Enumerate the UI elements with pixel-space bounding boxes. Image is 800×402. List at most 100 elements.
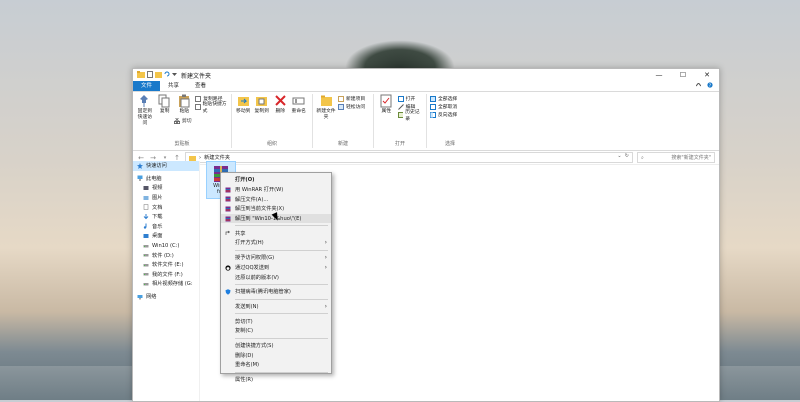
drive-icon: [143, 262, 149, 268]
undo-icon[interactable]: [164, 71, 170, 79]
context-menu-label: 发送到(N): [235, 303, 259, 310]
picture-icon: [143, 195, 149, 201]
tab-share[interactable]: 共享: [160, 81, 187, 91]
context-menu-item[interactable]: 通过QQ发送到 ›: [221, 263, 331, 273]
open-button[interactable]: 打开: [397, 95, 423, 102]
winrar-icon: [225, 216, 231, 222]
context-menu-item[interactable]: 创建快捷方式(S): [221, 341, 331, 351]
context-menu-item[interactable]: 复制(C): [221, 326, 331, 336]
network-icon: [137, 294, 143, 300]
new-item-button[interactable]: 新建项目: [338, 95, 365, 102]
easy-access-icon: [338, 103, 344, 110]
delete-x-icon: [275, 95, 286, 106]
context-menu-item[interactable]: 发送到(N) ›: [221, 302, 331, 312]
drive-icon: [143, 243, 149, 249]
new-item-icon: [338, 95, 344, 102]
sidebar-item[interactable]: 文档: [133, 202, 199, 212]
context-menu-item[interactable]: 剪切(T): [221, 316, 331, 326]
sidebar-item[interactable]: 视频: [133, 183, 199, 193]
sidebar-item-label: 文档: [152, 204, 163, 211]
ribbon-tabs: 文件 共享 查看 ?: [133, 81, 719, 92]
context-menu-item[interactable]: 删除(D): [221, 350, 331, 360]
context-menu-item[interactable]: 重命名(M): [221, 360, 331, 370]
context-menu: 打开(O) 用 WinRAR 打开(W) 解压文件(A)... 解压到当前文件夹(X)…: [220, 172, 332, 383]
paste-icon: [178, 94, 190, 108]
sidebar-item-label: 快速访问: [146, 163, 167, 170]
context-menu-item[interactable]: 属性(R): [221, 375, 331, 385]
sidebar-item[interactable]: Win10 (C:): [133, 241, 199, 251]
collapse-ribbon-icon[interactable]: [695, 82, 702, 90]
tab-file[interactable]: 文件: [133, 81, 161, 91]
recent-dropdown-icon[interactable]: ▾: [161, 155, 169, 161]
context-menu-label: 属性(R): [235, 377, 254, 384]
path-separator-icon: ›: [199, 154, 202, 161]
sidebar-item-label: Win10 (C:): [152, 242, 180, 249]
move-folder-icon: [237, 97, 249, 106]
sidebar-item[interactable]: 我的文件 (F:): [133, 270, 199, 280]
winrar-icon: [225, 187, 231, 193]
invert-selection-icon: [430, 111, 436, 118]
easy-access-button[interactable]: 轻松访问: [338, 103, 365, 110]
context-menu-item[interactable]: 共享: [221, 228, 331, 238]
cut-button[interactable]: 剪切: [174, 117, 192, 124]
sidebar-item[interactable]: 网络: [133, 292, 199, 302]
new-folder-qa-icon[interactable]: [155, 71, 162, 80]
context-menu-item[interactable]: 授予访问权限(G) ›: [221, 253, 331, 263]
context-menu-item[interactable]: 扫描病毒(腾讯电脑管家): [221, 287, 331, 297]
help-icon[interactable]: ?: [707, 82, 713, 90]
drive-icon: [143, 271, 149, 277]
paste-shortcut-icon: [195, 103, 201, 110]
sidebar-item-label: 网络: [146, 294, 157, 301]
computer-icon: [137, 175, 143, 181]
window-title: 新建文件夹: [181, 72, 212, 80]
tab-view[interactable]: 查看: [187, 81, 214, 91]
maximize-button[interactable]: ☐: [671, 69, 695, 81]
menu-separator: [235, 225, 328, 227]
context-menu-label: 解压到 "Win10-1&huo\"(E): [235, 216, 302, 223]
menu-separator: [235, 337, 328, 339]
context-menu-label: 创建快捷方式(S): [235, 342, 274, 349]
context-menu-item[interactable]: 还原以前的版本(V): [221, 272, 331, 282]
select-none-button[interactable]: 全部取消: [430, 103, 457, 110]
close-button[interactable]: ✕: [695, 69, 719, 81]
winrar-icon: [225, 196, 231, 202]
context-menu-label: 剪切(T): [235, 318, 253, 325]
sidebar-item[interactable]: 软件 (D:): [133, 250, 199, 260]
select-all-icon: [430, 95, 436, 102]
open-icon: [397, 95, 404, 102]
sidebar-item[interactable]: 软件文件 (E:): [133, 260, 199, 270]
sidebar-item[interactable]: 快速访问: [133, 161, 199, 171]
dropdown-icon[interactable]: [172, 72, 177, 79]
drive-icon: [143, 252, 149, 258]
sidebar-item[interactable]: 音乐: [133, 222, 199, 232]
minimize-button[interactable]: —: [647, 69, 671, 81]
sidebar-item[interactable]: 图片: [133, 193, 199, 203]
sidebar-item[interactable]: 下载: [133, 212, 199, 222]
context-menu-item[interactable]: 打开(O): [221, 175, 331, 185]
sidebar-item[interactable]: 桌面: [133, 231, 199, 241]
navigation-pane: 快速访问此电脑 视频图片文档 下载 音乐 桌面 Win10 (C:) 软件 (D:) 软件文件…: [133, 161, 200, 401]
history-button[interactable]: 历史记录: [397, 110, 423, 122]
context-menu-label: 删除(D): [235, 352, 254, 359]
sidebar-item[interactable]: 相片视频存储 (G:: [133, 279, 199, 289]
paste-shortcut-button[interactable]: 粘贴快捷方式: [195, 102, 228, 114]
context-menu-item[interactable]: 解压文件(A)...: [221, 194, 331, 204]
select-all-button[interactable]: 全部选择: [430, 95, 457, 102]
address-dropdown-icon[interactable]: ⌄: [617, 153, 621, 159]
context-menu-label: 解压文件(A)...: [235, 196, 269, 203]
sidebar-item-label: 视频: [152, 185, 163, 192]
download-icon: [143, 213, 149, 220]
quick-access-toolbar: [137, 70, 177, 80]
context-menu-item[interactable]: 打开方式(H) ›: [221, 238, 331, 248]
refresh-icon[interactable]: ↻: [625, 153, 629, 159]
context-menu-label: 扫描病毒(腾讯电脑管家): [235, 289, 291, 296]
sidebar-item-label: 音乐: [152, 223, 163, 230]
invert-selection-button[interactable]: 反向选择: [430, 111, 457, 118]
properties-icon[interactable]: [147, 70, 153, 80]
sidebar-item-label: 图片: [152, 195, 163, 202]
history-icon: [397, 111, 404, 118]
context-menu-item[interactable]: 用 WinRAR 打开(W): [221, 185, 331, 195]
desktop-icon: [143, 233, 149, 239]
sidebar-item[interactable]: 此电脑: [133, 174, 199, 184]
context-menu-label: 打开(O): [235, 177, 255, 184]
